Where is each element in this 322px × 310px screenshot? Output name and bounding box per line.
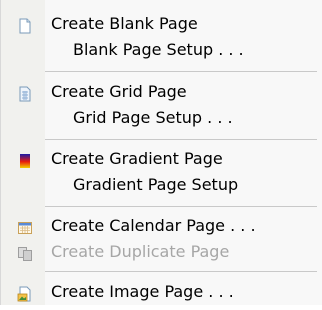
blank-page-icon [17, 16, 33, 34]
menu-item-label: Gradient Page Setup [73, 175, 239, 194]
menu-item-label: Blank Page Setup . . . [73, 40, 244, 59]
menu-item-grid-page-setup[interactable]: Grid Page Setup . . . [1, 105, 322, 131]
menu-item-create-grid-page[interactable]: Create Grid Page [1, 79, 322, 105]
menu-separator [45, 206, 317, 207]
menu-separator [45, 71, 317, 72]
menu-item-label: Grid Page Setup . . . [73, 108, 233, 127]
menu-item-label: Create Image Page . . . [51, 282, 234, 301]
menu-item-gradient-page-setup[interactable]: Gradient Page Setup [1, 172, 322, 198]
menu-item-label: Create Grid Page [51, 82, 187, 101]
menu-item-label: Create Calendar Page . . . [51, 216, 256, 235]
image-page-icon [17, 284, 33, 302]
menu-separator [45, 271, 317, 272]
context-menu: Create Blank Page Blank Page Setup . . .… [0, 0, 322, 305]
menu-item-create-blank-page[interactable]: Create Blank Page [1, 11, 322, 37]
duplicate-page-icon [17, 244, 33, 261]
menu-separator [45, 139, 317, 140]
gradient-page-icon [17, 151, 33, 168]
menu-item-create-duplicate-page: Create Duplicate Page [1, 239, 322, 265]
menu-item-label: Create Duplicate Page [51, 242, 230, 261]
grid-page-icon [17, 84, 33, 102]
menu-item-create-gradient-page[interactable]: Create Gradient Page [1, 146, 322, 172]
menu-item-blank-page-setup[interactable]: Blank Page Setup . . . [1, 37, 322, 63]
calendar-page-icon [17, 218, 33, 234]
menu-item-label: Create Gradient Page [51, 149, 223, 168]
menu-item-label: Create Blank Page [51, 14, 198, 33]
menu-item-create-image-page[interactable]: Create Image Page . . . [1, 279, 322, 305]
menu-item-create-calendar-page[interactable]: Create Calendar Page . . . [1, 213, 322, 239]
